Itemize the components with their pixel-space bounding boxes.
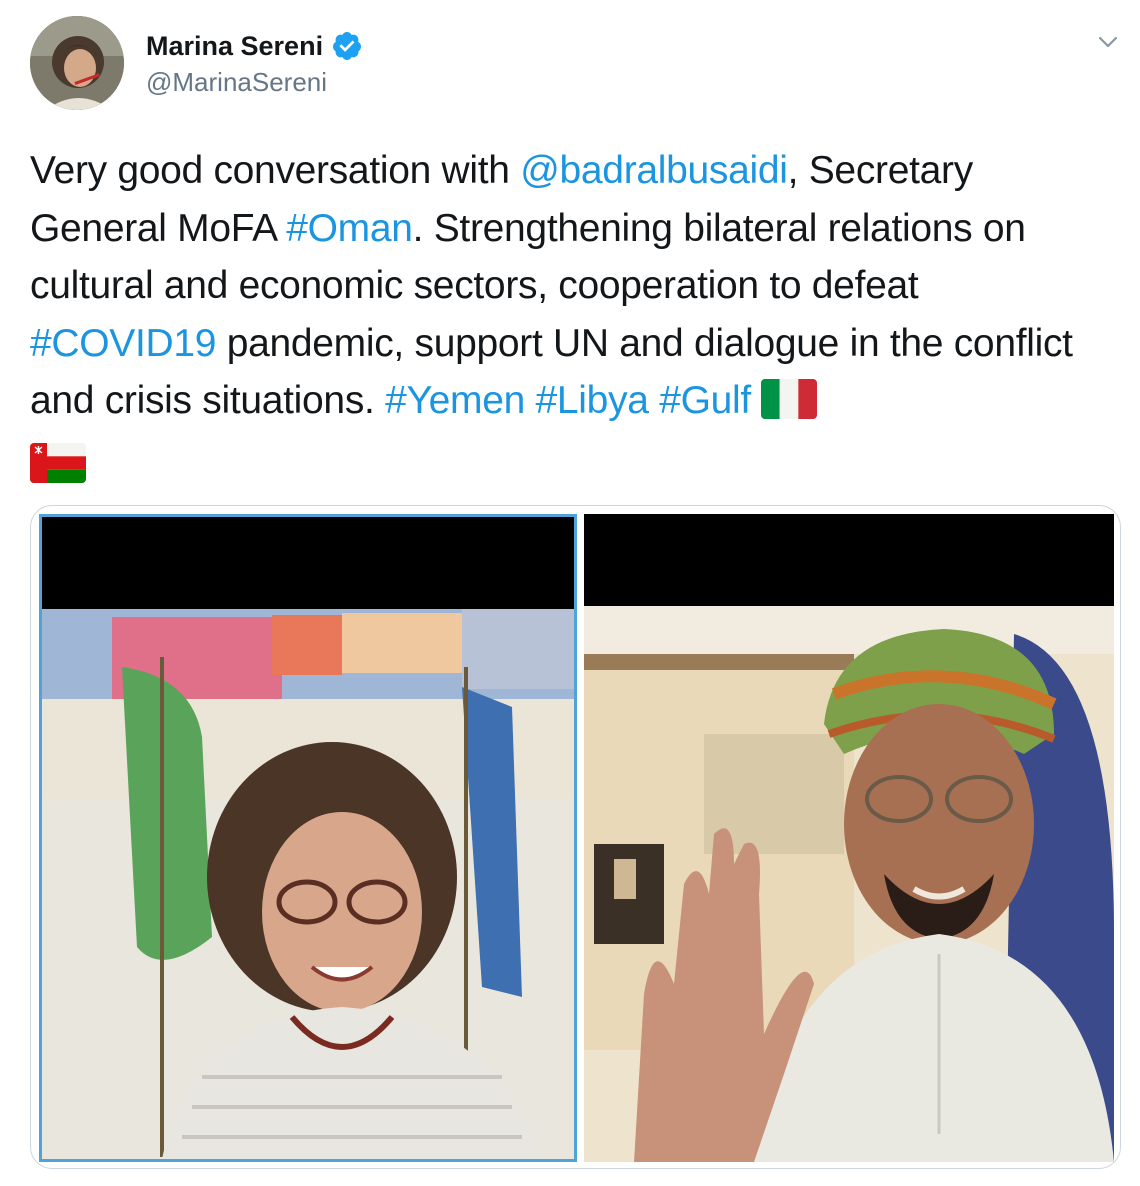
author-name-row[interactable]: Marina Sereni xyxy=(146,30,363,62)
media-container[interactable] xyxy=(30,505,1121,1169)
hashtag-link[interactable]: #Libya xyxy=(536,379,649,422)
hashtag-link[interactable]: #Oman xyxy=(286,207,413,250)
avatar[interactable] xyxy=(30,16,124,110)
chevron-down-icon[interactable] xyxy=(1090,28,1126,58)
mention-link[interactable]: @badralbusaidi xyxy=(520,149,788,192)
flag-italy-icon xyxy=(760,379,817,419)
hashtag-link[interactable]: #COVID19 xyxy=(30,322,216,365)
video-call-panel-left[interactable] xyxy=(39,514,577,1162)
video-call-panel-right[interactable] xyxy=(584,514,1114,1162)
tweet-text-segment: Very good conversation with xyxy=(30,149,521,192)
tweet-text: Very good conversation with @badralbusai… xyxy=(30,142,1110,493)
tweet-text-segment xyxy=(649,379,660,422)
avatar-photo-icon xyxy=(30,16,124,110)
hashtag-link[interactable]: #Yemen xyxy=(385,379,525,422)
photo-man-icon xyxy=(584,514,1114,1162)
display-name[interactable]: Marina Sereni xyxy=(146,31,323,62)
author-handle[interactable]: @MarinaSereni xyxy=(146,67,327,98)
oman-flag-line xyxy=(30,436,1110,494)
hashtag-link[interactable]: #Gulf xyxy=(659,379,751,422)
tweet-text-segment xyxy=(525,379,536,422)
verified-badge-icon xyxy=(333,32,362,60)
tweet-card: Marina Sereni @MarinaSereni Very good co… xyxy=(0,0,1140,1186)
flag-oman-icon xyxy=(30,442,86,483)
photo-woman-icon xyxy=(42,517,574,1159)
